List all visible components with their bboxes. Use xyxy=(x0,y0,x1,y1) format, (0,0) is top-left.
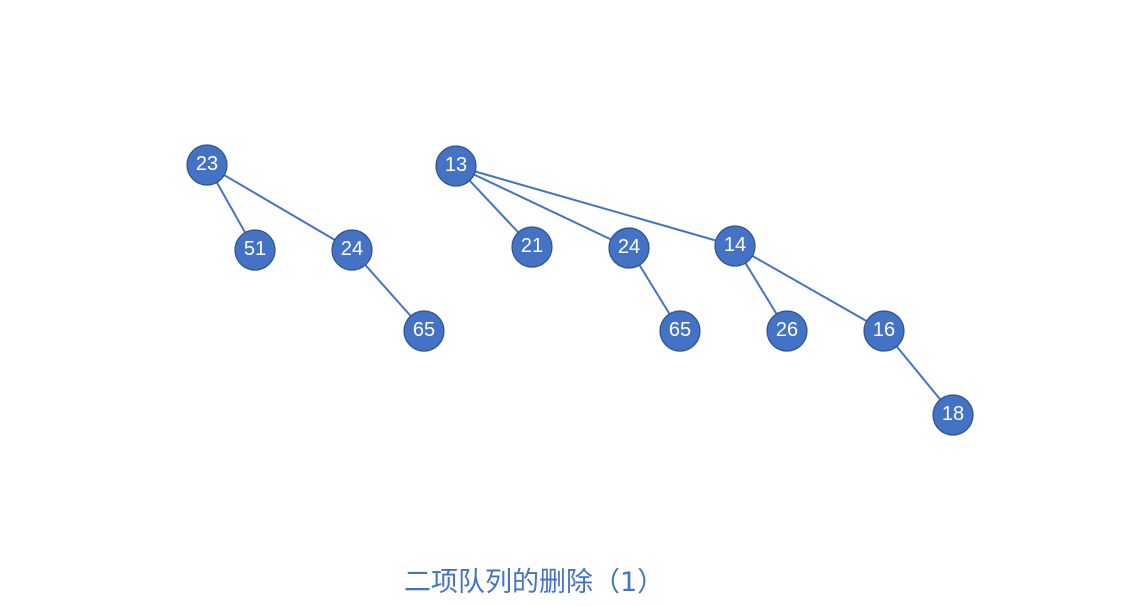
tree-node: 13 xyxy=(435,145,477,187)
tree-node: 16 xyxy=(863,310,905,352)
diagram-caption: 二项队列的删除（1） xyxy=(404,567,665,598)
tree-node: 24 xyxy=(331,229,373,271)
tree-node: 23 xyxy=(186,144,228,186)
nodes-layer: 23 51 24 65 13 21 24 14 65 26 16 18 xyxy=(186,144,974,436)
node-label: 65 xyxy=(413,319,435,341)
tree-node: 65 xyxy=(659,310,701,352)
node-label: 24 xyxy=(341,238,363,260)
node-label: 26 xyxy=(776,319,798,341)
tree-node: 65 xyxy=(403,310,445,352)
tree-node: 14 xyxy=(714,225,756,267)
node-label: 21 xyxy=(521,235,543,257)
node-label: 14 xyxy=(724,234,746,256)
node-label: 51 xyxy=(244,238,266,260)
node-label: 16 xyxy=(873,319,895,341)
node-label: 65 xyxy=(669,319,691,341)
tree-edge xyxy=(206,164,353,251)
tree-node: 24 xyxy=(608,227,650,269)
node-label: 18 xyxy=(942,403,964,425)
tree-node: 51 xyxy=(234,229,276,271)
tree-node: 21 xyxy=(511,226,553,268)
tree-edge xyxy=(455,165,736,247)
tree-node: 26 xyxy=(766,310,808,352)
node-label: 23 xyxy=(196,153,218,175)
tree-node: 18 xyxy=(932,394,974,436)
binomial-queue-diagram: 23 51 24 65 13 21 24 14 65 26 16 18 xyxy=(186,144,974,436)
edges-layer xyxy=(206,164,954,416)
node-label: 13 xyxy=(445,154,467,176)
tree-edge xyxy=(734,245,885,332)
node-label: 24 xyxy=(618,236,640,258)
